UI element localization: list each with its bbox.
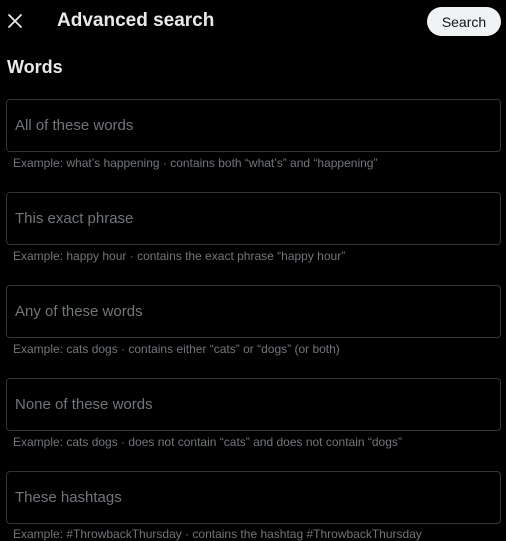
- all-words-hint: Example: what’s happening · contains bot…: [13, 156, 378, 170]
- exact-phrase-input[interactable]: [15, 193, 490, 244]
- search-button[interactable]: Search: [427, 7, 501, 36]
- section-title-words: Words: [7, 57, 63, 77]
- hashtags-hint: Example: #ThrowbackThursday · contains t…: [13, 527, 422, 541]
- none-words-field[interactable]: [6, 378, 501, 431]
- page-title: Advanced search: [57, 10, 215, 31]
- none-words-hint: Example: cats dogs · does not contain “c…: [13, 435, 402, 449]
- none-words-input[interactable]: [15, 379, 490, 430]
- any-words-field[interactable]: [6, 285, 501, 338]
- all-words-field[interactable]: [6, 99, 501, 152]
- close-button[interactable]: [3, 9, 27, 33]
- hashtags-input[interactable]: [15, 472, 490, 523]
- any-words-hint: Example: cats dogs · contains either “ca…: [13, 342, 340, 356]
- header: Advanced search Search: [0, 0, 506, 42]
- hashtags-field[interactable]: [6, 471, 501, 524]
- exact-phrase-field[interactable]: [6, 192, 501, 245]
- close-icon: [8, 14, 22, 28]
- all-words-input[interactable]: [15, 100, 490, 151]
- any-words-input[interactable]: [15, 286, 490, 337]
- exact-phrase-hint: Example: happy hour · contains the exact…: [13, 249, 346, 263]
